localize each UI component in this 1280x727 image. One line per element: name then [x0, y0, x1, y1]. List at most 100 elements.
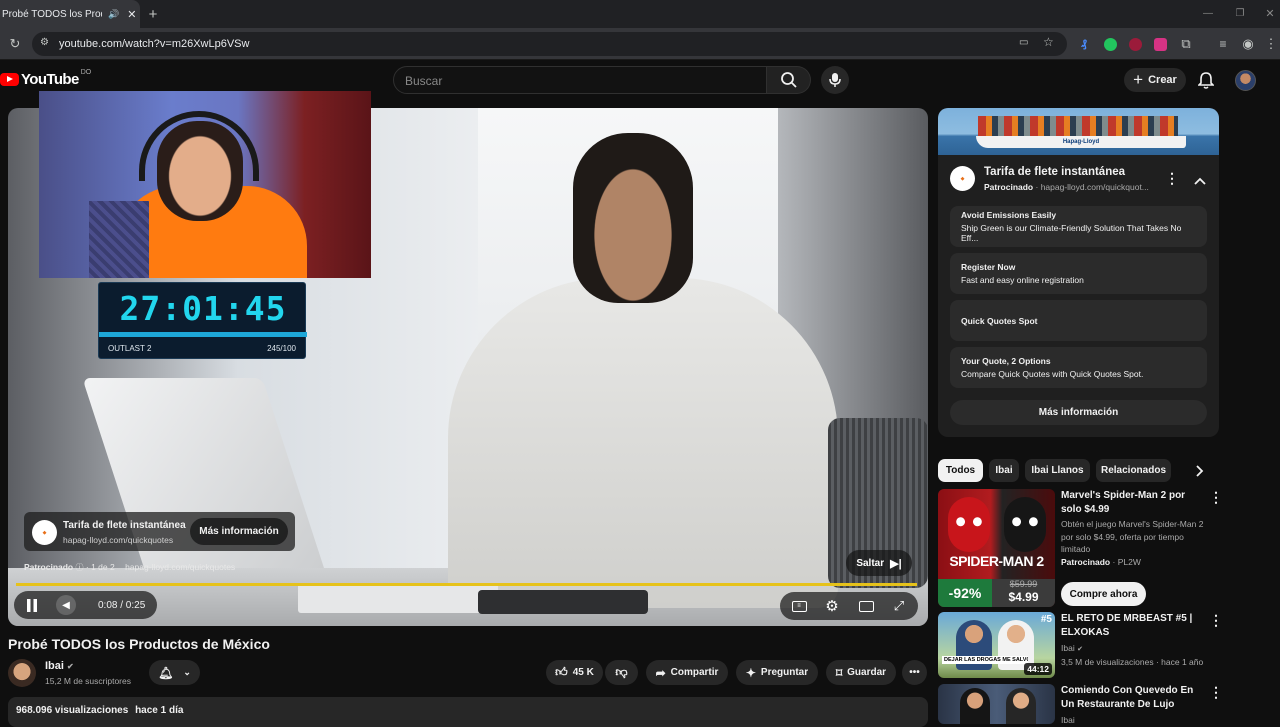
search-input[interactable]: Buscar	[393, 66, 767, 94]
browser-toolbar: ↻ ⚙ youtube.com/watch?v=m26XwLp6VSw ▭ ☆ …	[0, 28, 1280, 60]
rec-thumbnail[interactable]	[938, 684, 1055, 724]
browser-menu-icon[interactable]: ⋮	[1265, 36, 1278, 52]
ad-progress-bar[interactable]	[16, 583, 917, 586]
rec-channel-name[interactable]: Ibai	[1061, 643, 1075, 653]
save-button[interactable]: ⌑ Guardar	[826, 660, 896, 685]
theater-icon	[858, 600, 874, 612]
bookmark-icon: ⌑	[835, 665, 843, 680]
pause-icon	[27, 598, 37, 612]
chip-related[interactable]: Relacionados	[1096, 459, 1171, 482]
skip-next-icon: ▶|	[890, 557, 902, 570]
chip-ibai[interactable]: Ibai	[989, 459, 1019, 482]
url-text: youtube.com/watch?v=m26XwLp6VSw	[59, 38, 250, 50]
thumb-game-title: SPIDER-MAN 2	[949, 553, 1044, 569]
rec-thumbnail[interactable]: SPIDER-MAN 2 -92% $59.99 $4.99	[938, 489, 1055, 607]
in-video-ad-card[interactable]: ◆ Tarifa de flete instantánea hapag-lloy…	[24, 512, 295, 551]
volume-button[interactable]: ◀	[54, 595, 78, 615]
ad-option-4[interactable]: Your Quote, 2 Options Compare Quick Quote…	[950, 347, 1207, 388]
buy-now-button[interactable]: Compre ahora	[1061, 582, 1146, 606]
browser-tab-bar: Probé TODOS los Producto 🔊 ✕ + — ❐ ✕	[0, 0, 1280, 28]
notifications-bell-icon[interactable]	[1196, 70, 1216, 90]
rec-title[interactable]: EL RETO DE MRBEAST #5 | ELXOKAS	[1061, 612, 1201, 640]
ad-option-heading: Register Now	[961, 262, 1016, 272]
pause-button[interactable]	[22, 595, 42, 615]
youtube-logo[interactable]: YouTube DO	[0, 69, 91, 88]
minimize-icon[interactable]: —	[1200, 6, 1216, 20]
chip-all[interactable]: Todos	[938, 459, 983, 482]
youtube-play-icon	[0, 73, 19, 86]
rec-title[interactable]: Marvel's Spider-Man 2 por solo $4.99	[1061, 489, 1201, 517]
like-button[interactable]: 👍︎ 45 K	[546, 660, 603, 685]
cast-icon[interactable]: ▭	[1019, 37, 1028, 48]
ask-button[interactable]: ✦ Preguntar	[736, 660, 818, 685]
profile-icon[interactable]: ◉	[1240, 36, 1256, 52]
settings-button[interactable]: ⚙	[822, 596, 842, 616]
reload-icon[interactable]: ↻	[7, 36, 23, 52]
save-label: Guardar	[847, 667, 887, 678]
subtitles-button[interactable]: ≡	[789, 597, 809, 615]
new-tab-icon[interactable]: +	[146, 6, 160, 23]
extension-blue-icon[interactable]: ₰	[1077, 37, 1091, 51]
spiderman-mask-black	[1004, 497, 1046, 552]
skip-label: Saltar	[856, 557, 885, 569]
video-phone	[478, 590, 648, 614]
rec-channel-name[interactable]: Ibai	[1061, 715, 1075, 725]
rec-menu-icon[interactable]: ⋮	[1209, 489, 1223, 506]
chip-ibai-llanos[interactable]: Ibai Llanos	[1025, 459, 1090, 482]
ad-panel-menu-icon[interactable]: ⋮	[1165, 170, 1179, 187]
create-button[interactable]: + Crear	[1124, 68, 1186, 92]
voice-search-button[interactable]	[821, 66, 849, 94]
address-bar[interactable]: ⚙ youtube.com/watch?v=m26XwLp6VSw ▭ ☆	[32, 32, 1067, 56]
view-count: 968.096 visualizaciones	[16, 705, 129, 716]
rec-channel: Ibai ✔	[1061, 642, 1206, 657]
ad-option-1[interactable]: Avoid Emissions Easily Ship Green is our …	[950, 206, 1207, 247]
search-button[interactable]	[767, 66, 811, 94]
video-person-head	[573, 133, 693, 303]
user-avatar[interactable]	[1235, 70, 1256, 91]
restore-icon[interactable]: ❐	[1232, 6, 1248, 20]
more-actions-button[interactable]: •••	[902, 660, 927, 685]
ad-option-2[interactable]: Register Now Fast and easy online registr…	[950, 253, 1207, 294]
window-close-icon[interactable]: ✕	[1262, 6, 1278, 20]
skip-ad-button[interactable]: Saltar ▶|	[846, 550, 912, 576]
rec-title[interactable]: Comiendo Con Quevedo En Un Restaurante D…	[1061, 684, 1201, 712]
extension-red-icon[interactable]	[1128, 37, 1142, 51]
sponsored-ad-panel[interactable]: Hapag-Lloyd ◆ Tarifa de flete instantáne…	[938, 108, 1219, 437]
bookmark-star-icon[interactable]: ☆	[1043, 35, 1054, 49]
share-button[interactable]: ➦ Compartir	[646, 660, 728, 685]
rec-thumbnail[interactable]: #5 DEJAR LAS DROGAS ME SALVÓ 44:12	[938, 612, 1055, 678]
ad-more-info-label: Más información	[199, 526, 279, 537]
timer-bar	[99, 332, 307, 337]
extension-pink-icon[interactable]	[1153, 37, 1167, 51]
ad-option-3[interactable]: Quick Quotes Spot	[950, 300, 1207, 341]
rec-menu-icon[interactable]: ⋮	[1209, 612, 1223, 629]
theater-mode-button[interactable]	[856, 596, 876, 616]
chip-label: Ibai Llanos	[1031, 465, 1084, 476]
tab-close-icon[interactable]: ✕	[127, 8, 136, 21]
description-box[interactable]: 968.096 visualizaciones hace 1 día	[8, 697, 928, 727]
channel-name[interactable]: Ibai ✔	[45, 660, 74, 672]
ad-panel-logo: ◆	[950, 166, 975, 191]
dislike-button[interactable]: 👎︎	[605, 660, 638, 685]
ad-domain-link[interactable]: hapag-lloyd.com/quickquotes	[125, 562, 235, 572]
rec-menu-icon[interactable]: ⋮	[1209, 684, 1223, 701]
subscribed-bell-button[interactable]: 🔔︎ ⌄	[149, 660, 200, 685]
extension-green-icon[interactable]	[1103, 37, 1117, 51]
time-display: 0:08 / 0:25	[98, 600, 146, 611]
extensions-puzzle-icon[interactable]: ⧉	[1178, 36, 1194, 52]
fullscreen-button[interactable]: ⤢	[889, 596, 909, 616]
speaker-icon[interactable]: 🔊	[108, 9, 119, 20]
browser-tab[interactable]: Probé TODOS los Producto 🔊 ✕	[0, 0, 140, 28]
site-info-icon[interactable]: ⚙	[40, 37, 49, 48]
chevron-up-icon[interactable]	[1194, 172, 1206, 185]
ad-counter: · 1 de 2	[85, 562, 115, 572]
media-control-icon[interactable]: ≡	[1215, 36, 1231, 52]
chips-next-arrow-icon[interactable]	[1196, 464, 1208, 478]
ad-panel-more-button[interactable]: Más información	[950, 400, 1207, 425]
ad-option-text: Compare Quick Quotes with Quick Quotes S…	[961, 369, 1144, 379]
channel-avatar[interactable]	[8, 659, 36, 687]
thumb-episode-badge: #5	[1040, 614, 1052, 625]
info-icon[interactable]: ⓘ	[76, 563, 84, 572]
ad-more-info-button[interactable]: Más información	[190, 518, 288, 545]
plus-icon: +	[1133, 70, 1144, 89]
